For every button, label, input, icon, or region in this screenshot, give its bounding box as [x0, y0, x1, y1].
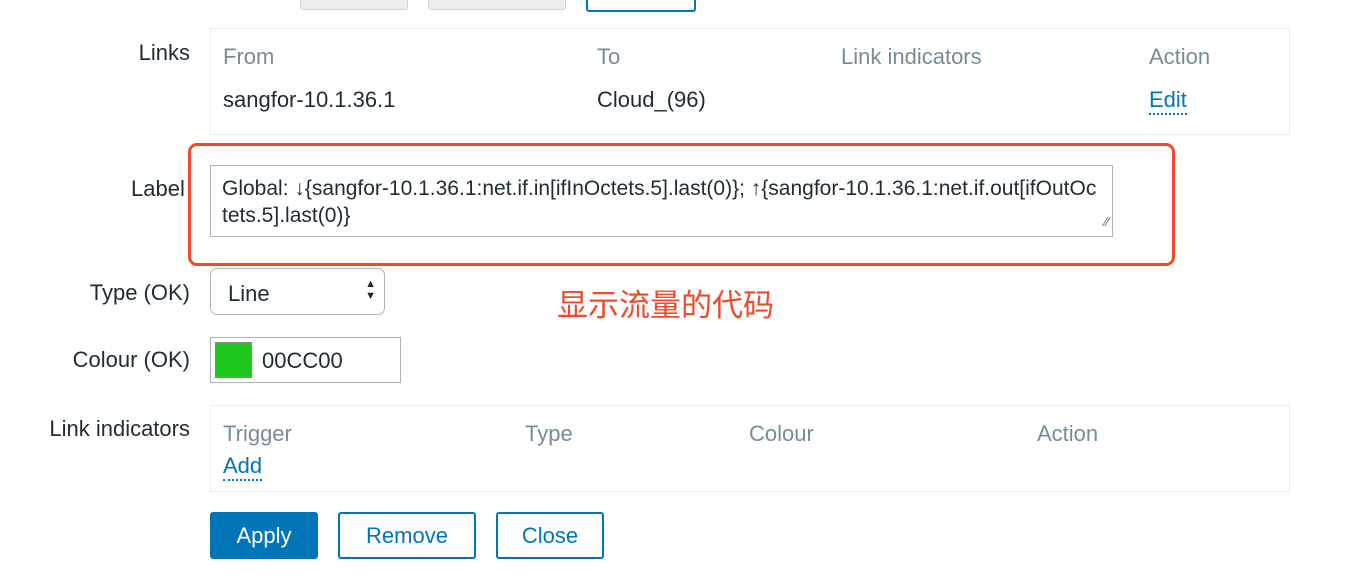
link-indicators-table: Trigger Type Colour Action Add: [210, 405, 1290, 492]
colour-label: Colour (OK): [72, 347, 190, 372]
type-label: Type (OK): [89, 280, 190, 305]
col-link-indicators: Link indicators: [841, 44, 982, 69]
top-button-1[interactable]: [300, 0, 408, 10]
colour-swatch[interactable]: [215, 342, 252, 378]
add-indicator-link[interactable]: Add: [223, 453, 263, 481]
colour-input[interactable]: 00CC00: [210, 337, 401, 383]
close-button[interactable]: Close: [496, 512, 604, 559]
remove-button[interactable]: Remove: [338, 512, 476, 559]
type-select[interactable]: Line ▲ ▼: [210, 268, 385, 315]
col-to: To: [597, 44, 621, 69]
col-from: From: [223, 44, 275, 69]
col-colour: Colour: [749, 421, 814, 446]
type-value: Line: [228, 281, 270, 306]
link-to: Cloud_(96): [597, 87, 706, 112]
resize-handle-icon[interactable]: ⁄⁄: [1105, 208, 1109, 235]
top-button-2[interactable]: [428, 0, 566, 10]
col-trigger: Trigger: [223, 421, 292, 446]
links-table: From To Link indicators Action sangfor-1…: [210, 28, 1290, 135]
col-action: Action: [1149, 44, 1211, 69]
link-from: sangfor-10.1.36.1: [223, 87, 396, 112]
label-textarea[interactable]: Global: ↓{sangfor-10.1.36.1:net.if.in[if…: [210, 165, 1113, 237]
link-indicators-label: Link indicators: [49, 416, 190, 441]
col-action: Action: [1037, 421, 1099, 446]
top-button-3[interactable]: [586, 0, 696, 12]
select-arrows-icon: ▲ ▼: [365, 278, 376, 302]
label-label: Label: [131, 176, 185, 201]
apply-button[interactable]: Apply: [210, 512, 318, 559]
colour-value: 00CC00: [262, 348, 343, 373]
label-text: Global: ↓{sangfor-10.1.36.1:net.if.in[if…: [222, 177, 1097, 227]
annotation-text: 显示流量的代码: [557, 288, 774, 324]
links-label: Links: [138, 40, 190, 65]
edit-link[interactable]: Edit: [1149, 87, 1187, 115]
col-type: Type: [525, 421, 573, 446]
